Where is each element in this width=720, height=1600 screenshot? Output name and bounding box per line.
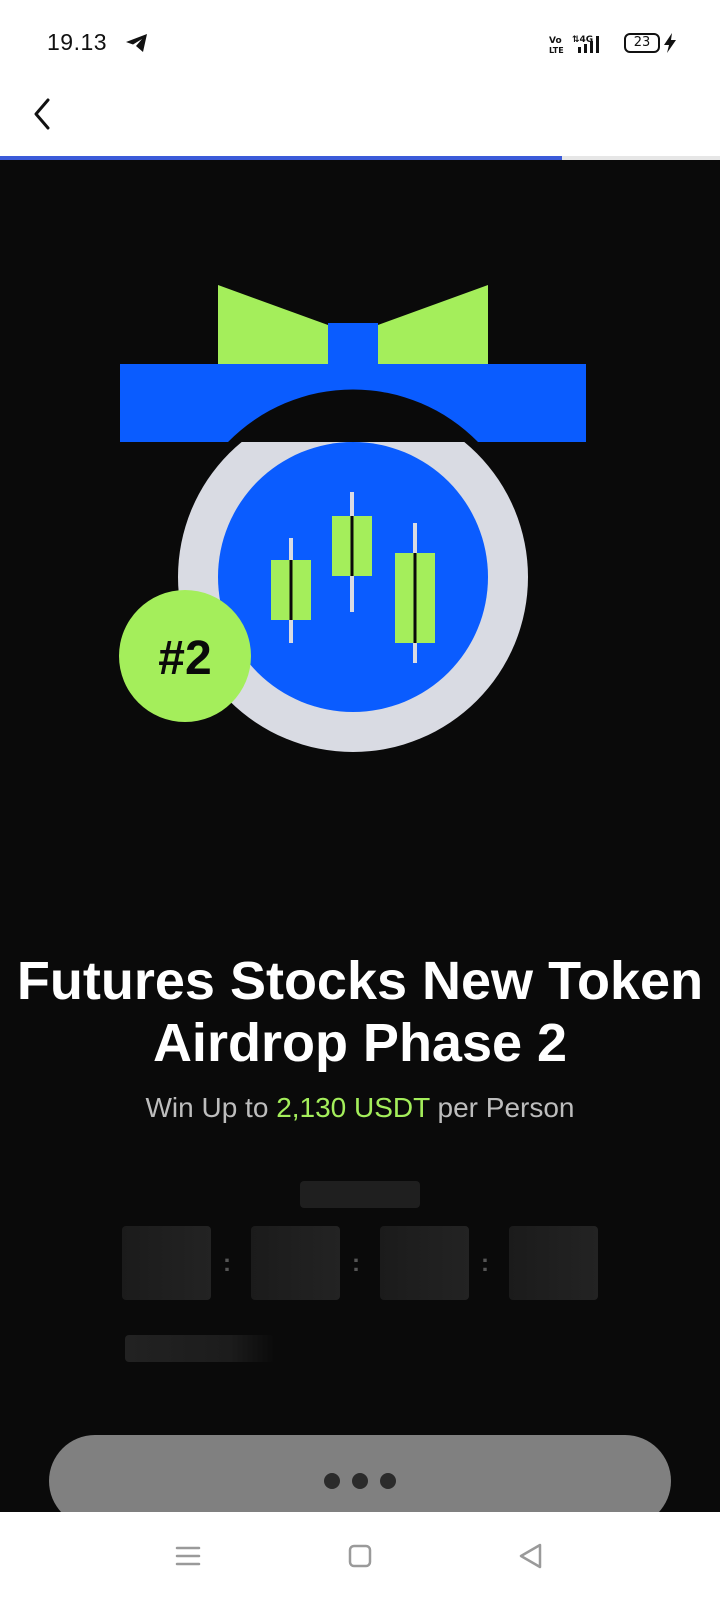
status-time: 19.13 <box>47 29 108 55</box>
telegram-icon <box>126 34 147 52</box>
promo-subtitle: Win Up to 2,130 USDT per Person <box>0 1092 720 1124</box>
countdown-separator: : <box>223 1250 231 1277</box>
countdown-minutes-placeholder <box>380 1226 469 1300</box>
status-bar: 19.13 Vo LTE ⇅4G 23 <box>0 0 720 86</box>
svg-text:Vo: Vo <box>549 36 562 46</box>
countdown-seconds-placeholder <box>509 1226 598 1300</box>
back-button[interactable] <box>22 90 62 138</box>
subtitle-prefix: Win Up to <box>145 1092 277 1123</box>
promo-title: Futures Stocks New Token Airdrop Phase 2 <box>16 951 704 1073</box>
chevron-left-icon <box>34 98 50 130</box>
loading-dot <box>380 1473 396 1489</box>
svg-text:LTE: LTE <box>549 46 564 55</box>
info-text-placeholder <box>125 1335 275 1362</box>
phase-badge: #2 <box>158 632 211 685</box>
back-triangle-icon <box>519 1543 542 1569</box>
home-square-icon <box>348 1544 372 1568</box>
bow-right <box>378 285 488 364</box>
loading-dot <box>324 1473 340 1489</box>
countdown-label-placeholder <box>300 1181 420 1208</box>
home-button[interactable] <box>338 1534 382 1578</box>
countdown-separator: : <box>352 1250 360 1277</box>
subtitle-suffix: per Person <box>429 1092 575 1123</box>
promo-content: #2 Futures Stocks New Token Airdrop Phas… <box>0 160 720 1512</box>
charging-bolt-icon <box>664 33 676 53</box>
gift-candlestick-illustration: #2 <box>119 285 586 752</box>
menu-icon <box>175 1546 201 1566</box>
countdown-separator: : <box>481 1250 489 1277</box>
battery-icon: 23 <box>624 33 660 53</box>
bow-left <box>218 285 328 364</box>
join-button-loading[interactable] <box>49 1435 671 1512</box>
bow-knot <box>328 323 378 364</box>
recent-apps-button[interactable] <box>166 1534 210 1578</box>
system-back-button[interactable] <box>509 1534 553 1578</box>
volte-icon: Vo LTE <box>549 36 564 55</box>
header <box>0 86 720 158</box>
reward-amount: 2,130 USDT <box>276 1092 430 1123</box>
system-nav-bar <box>0 1512 720 1600</box>
signal-4g-icon: ⇅4G <box>572 35 599 53</box>
loading-dot <box>352 1473 368 1489</box>
battery-level: 23 <box>633 35 651 50</box>
countdown-days-placeholder <box>122 1226 211 1300</box>
countdown-hours-placeholder <box>251 1226 340 1300</box>
